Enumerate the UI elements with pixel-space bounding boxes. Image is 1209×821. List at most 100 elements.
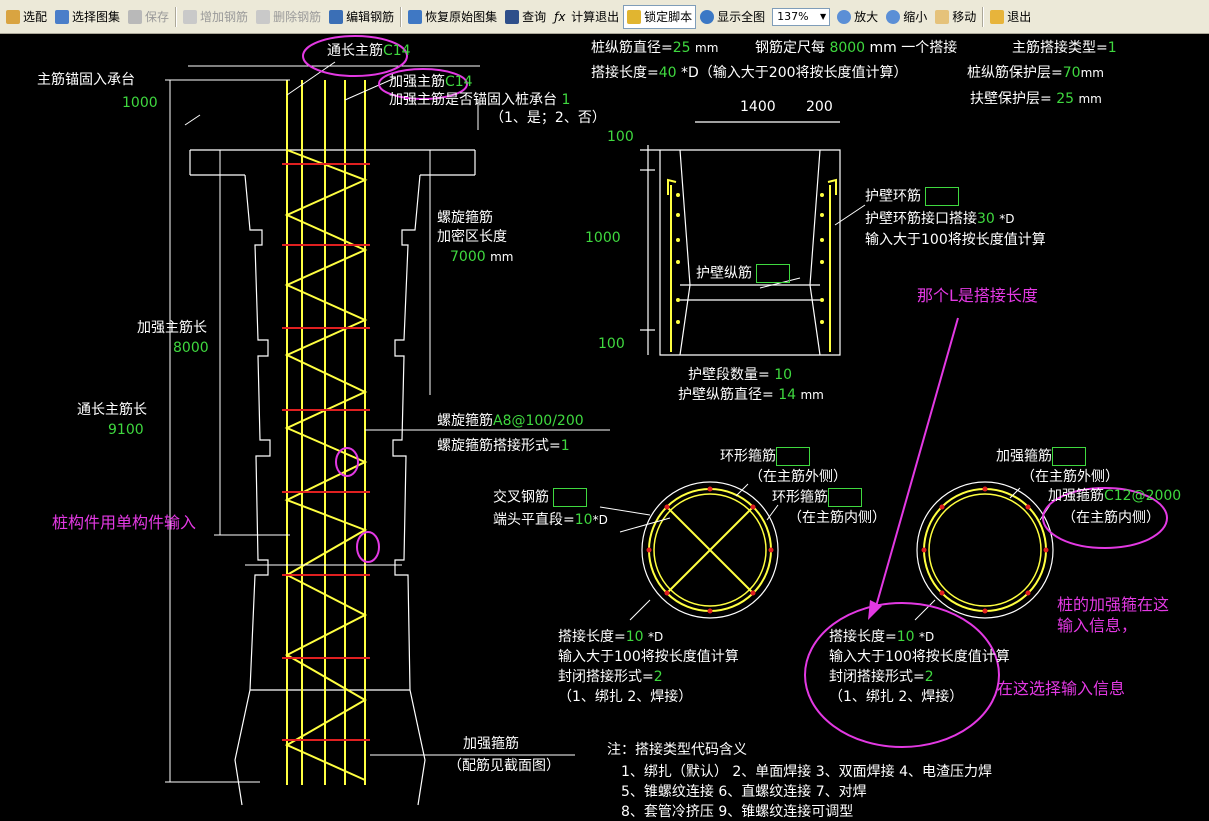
binoculars-icon <box>505 9 520 24</box>
wall-dim-1000[interactable]: 1000 <box>585 230 621 246</box>
through-length-value[interactable]: 9100 <box>108 422 144 438</box>
splice-code-row-3: 8、套管冷挤压 9、锥螺纹连接可调型 <box>621 804 854 820</box>
reinforcing-anchor-value[interactable]: 1 <box>561 92 570 108</box>
spiral-dense-length-value[interactable]: 7000 <box>450 249 486 265</box>
reinforcing-main-rebar-value[interactable]: C14 <box>445 74 473 90</box>
end-straight-length: 端头平直段=10*D <box>493 512 608 528</box>
move-button[interactable]: 移动 <box>931 5 980 29</box>
wall-long-diameter-value[interactable]: 14 <box>778 387 796 403</box>
zoom-in-button[interactable]: 放大 <box>833 5 882 29</box>
query-button[interactable]: 查询 <box>501 5 550 29</box>
show-full-view-button[interactable]: 显示全图 <box>696 5 769 29</box>
section1-splice-length: 搭接长度=10 *D <box>558 629 664 645</box>
edit-rebar-button[interactable]: 编辑钢筋 <box>325 5 398 29</box>
wall-segment-count: 护壁段数量= 10 <box>688 367 793 383</box>
wall-ring-rebar: 护壁环筋 <box>865 187 960 206</box>
lock-script-button[interactable]: 锁定脚本 <box>623 4 697 29</box>
rebar-stock-length: 钢筋定尺每 8000 mm 一个搭接 <box>755 40 958 56</box>
wall-ring-rebar-input[interactable] <box>925 187 960 206</box>
spiral-splice-type: 螺旋箍筋搭接形式=1 <box>437 438 570 454</box>
lock-icon <box>627 9 642 24</box>
ring-stirrup-inner: 环形箍筋 <box>772 488 862 507</box>
section-2 <box>914 481 1054 621</box>
cross-rebar-input[interactable] <box>553 488 588 507</box>
wall-dim-100-bottom[interactable]: 100 <box>598 336 625 352</box>
section2-splice-value[interactable]: 10 <box>897 629 915 645</box>
anchor-label: 主筋锚固入承台 <box>37 72 135 88</box>
section2-splice-length: 搭接长度=10 *D <box>829 629 935 645</box>
section1-closed-value[interactable]: 2 <box>654 669 663 685</box>
wall-dim-100-top[interactable]: 100 <box>607 129 634 145</box>
wall-long-rebar: 护壁纵筋 <box>696 264 791 283</box>
reinforcing-anchor-options: （1、是；2、否） <box>490 110 606 126</box>
pile-main-diameter-value[interactable]: 25 <box>673 40 691 56</box>
wall-cover-value[interactable]: 25 <box>1056 91 1074 107</box>
section1-splice-value[interactable]: 10 <box>626 629 644 645</box>
annotation-pile-input: 桩构件用单构件输入 <box>52 513 197 532</box>
cover: 桩纵筋保护层=70mm <box>967 65 1104 81</box>
section2-closed-value[interactable]: 2 <box>925 669 934 685</box>
rebar-stock-length-value[interactable]: 8000 <box>829 40 865 56</box>
splice-code-row-1: 1、绑扎（默认） 2、单面焊接 3、双面焊接 4、电渣压力焊 <box>621 764 992 780</box>
reinf-hoop-outer-input[interactable] <box>1052 447 1086 466</box>
reinforcing-length-value[interactable]: 8000 <box>173 340 209 356</box>
spiral-splice-value[interactable]: 1 <box>561 438 570 454</box>
section2-closed-splice: 封闭搭接形式=2 <box>829 669 934 685</box>
add-rebar-button[interactable]: 增加钢筋 <box>179 5 252 29</box>
arrow-head <box>868 600 882 620</box>
section2-closed-options: （1、绑扎 2、焊接） <box>829 689 964 705</box>
delete-rebar-button[interactable]: 删除钢筋 <box>252 5 325 29</box>
section1-note: 输入大于100将按长度值计算 <box>558 649 739 665</box>
zoom-out-button[interactable]: 缩小 <box>882 5 931 29</box>
ring-stirrup-inner-input[interactable] <box>828 488 862 507</box>
pile-main-diameter: 桩纵筋直径=25 mm <box>591 40 719 56</box>
calc-exit-button[interactable]: ƒx 计算退出 <box>550 5 623 29</box>
main-splice-type: 主筋搭接类型=1 <box>1012 40 1117 56</box>
through-main-rebar: 通长主筋C14 <box>327 43 411 59</box>
wall-segment-count-value[interactable]: 10 <box>774 367 792 383</box>
annotation-l-splice: 那个L是搭接长度 <box>917 286 1038 305</box>
fullview-icon <box>700 9 715 24</box>
add-rebar-icon <box>183 9 198 24</box>
through-length-label: 通长主筋长 <box>77 402 147 418</box>
select-icon <box>6 9 20 24</box>
reinf-hoop-outer: 加强箍筋 <box>996 447 1086 466</box>
wall-long-rebar-input[interactable] <box>756 264 791 283</box>
select-button[interactable]: 选配 <box>2 5 51 29</box>
cross-rebar: 交叉钢筋 <box>493 488 588 507</box>
reinf-hoop-inner-value[interactable]: C12@2000 <box>1104 488 1181 504</box>
reinforcing-length-label: 加强主筋长 <box>137 320 207 336</box>
ring-stirrup-inner-note: （在主筋内侧） <box>788 510 886 526</box>
main-splice-type-value[interactable]: 1 <box>1108 40 1117 56</box>
end-straight-value[interactable]: 10 <box>575 512 593 528</box>
cover-value[interactable]: 70 <box>1063 65 1081 81</box>
zoom-in-icon <box>837 9 852 24</box>
reinforcing-hoop-label: 加强箍筋 <box>463 736 519 752</box>
save-button[interactable]: 保存 <box>124 5 173 29</box>
fx-icon: ƒx <box>554 9 566 24</box>
exit-button[interactable]: 退出 <box>986 5 1035 29</box>
main-toolbar: 选配 选择图集 保存 增加钢筋 删除钢筋 编辑钢筋 恢复原始图集 查询 ƒx 计算… <box>0 0 1209 34</box>
wall-rebar-dots <box>676 193 824 324</box>
splice-code-title: 注：搭接类型代码含义 <box>607 742 747 758</box>
section2-note: 输入大于100将按长度值计算 <box>829 649 1010 665</box>
splice-code-row-2: 5、锥螺纹连接 6、直螺纹连接 7、对焊 <box>621 784 867 800</box>
zoom-select[interactable]: 137% ▼ <box>772 7 831 26</box>
wall-ring-splice-value[interactable]: 30 <box>977 211 995 227</box>
delete-rebar-icon <box>256 9 271 24</box>
splice-length-value[interactable]: 40 <box>659 65 677 81</box>
annotation-select-here: 在这选择输入信息 <box>997 679 1126 698</box>
anchor-value[interactable]: 1000 <box>122 95 158 111</box>
through-main-rebar-value[interactable]: C14 <box>383 43 411 59</box>
ring-stirrup-outer: 环形箍筋 <box>720 447 810 466</box>
reinforcing-hoop-note: （配筋见截面图） <box>448 758 560 774</box>
restore-atlas-button[interactable]: 恢复原始图集 <box>404 5 501 29</box>
spiral-stirrup-spec: 螺旋箍筋A8@100/200 <box>437 413 584 429</box>
splice-length: 搭接长度=40 *D（输入大于200将按长度值计算） <box>591 65 908 81</box>
ring-stirrup-outer-input[interactable] <box>776 447 810 466</box>
choose-atlas-button[interactable]: 选择图集 <box>51 5 124 29</box>
ring-stirrup-outer-note: （在主筋外侧） <box>749 469 847 485</box>
spiral-stirrup-value[interactable]: A8@100/200 <box>493 413 584 429</box>
spiral-dense-label-1: 螺旋箍筋 <box>437 210 493 226</box>
wall-dim-1400: 1400 <box>740 99 776 115</box>
